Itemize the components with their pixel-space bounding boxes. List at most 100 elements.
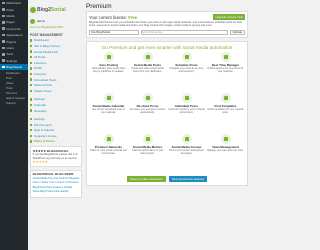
- nav-item-label: Autopost: [33, 71, 46, 76]
- feature-icon: [103, 51, 114, 62]
- appearance-icon: [2, 33, 5, 37]
- feature-card: Best Time Manager Publish posts at the be…: [207, 51, 244, 91]
- avatar: [30, 18, 35, 24]
- nav-item-label: Dashboard: [33, 38, 49, 43]
- go-premium-box: Go Premium and get even smarter with soc…: [86, 40, 248, 186]
- nav-item-label: Site & Blog Content: [33, 43, 61, 48]
- user-info: admin: [30, 18, 82, 24]
- feature-icon: [142, 92, 153, 103]
- b2s-nav-item[interactable]: Plans & Prices: [30, 139, 82, 145]
- pages-icon: [2, 21, 5, 24]
- b2s-logo[interactable]: Blog2Social: [30, 3, 82, 17]
- logo-text-b: Social: [50, 7, 66, 13]
- settings-icon: [2, 59, 5, 62]
- license-description: Blog2Social Premium lets you schedule an…: [89, 21, 242, 28]
- license-key-input[interactable]: Enter license key...: [140, 29, 229, 35]
- nav-item-label: Settings: [33, 117, 45, 122]
- nav-item-icon: [30, 72, 33, 76]
- feature-card: Schedule Posts Schedule your posts at any…: [168, 51, 205, 91]
- feature-icon: [220, 92, 231, 103]
- feature-description: Define templates for your network posts.: [207, 107, 244, 114]
- feature-card: Social Media Metrics Track the performanc…: [129, 133, 166, 173]
- nav-item-label: Upgrade License: [33, 133, 57, 138]
- wp-admin-menu: Dashboard Posts Media Pages Comments App…: [0, 0, 28, 250]
- nav-item-label: Favorites: [33, 60, 47, 65]
- feature-icon: [142, 133, 153, 144]
- nav-item-icon: [30, 129, 33, 132]
- feature-description: Create and share social media posts from…: [131, 66, 164, 73]
- feature-card: Premium Networks Share to more social net…: [90, 133, 127, 173]
- nav-item-label: Plans & Prices: [33, 139, 55, 144]
- feature-description: Schedule your posts at any time and freq…: [169, 66, 204, 73]
- get-pro-link[interactable]: Get Your Blog2Social PRO: [30, 25, 82, 30]
- nav-item-icon: [30, 89, 33, 92]
- nav-item-icon: [30, 103, 33, 107]
- users-icon: [2, 46, 5, 50]
- nav-item-label: PR-Outreach: [33, 122, 52, 127]
- feature-icon: [142, 51, 153, 62]
- nav-item-label: Scheduled Posts: [33, 77, 57, 82]
- blog-news-header: BLOG2SOCIAL BLOG NEWS: [32, 172, 74, 177]
- rate-text: If you like Blog2Social, please rate it …: [32, 153, 78, 160]
- plan-comparison-button[interactable]: Show my plan comparison: [127, 175, 166, 182]
- rate-stars[interactable]: ★★★★★: [33, 160, 80, 164]
- logo-text-a: Blog2: [37, 7, 51, 13]
- nav-item-label: Networks: [33, 108, 47, 113]
- license-value: Free: [128, 14, 138, 20]
- feature-icon: [181, 133, 192, 144]
- blog-news-link[interactable]: Share Blog Posts Automatically: [33, 190, 80, 193]
- nav-item-label: Calendar: [33, 102, 47, 107]
- nav-item-icon: [30, 44, 33, 48]
- feature-card: Individual Posts Customize posts for ever…: [168, 92, 205, 132]
- feature-description: Share to more social networks and commun…: [90, 148, 127, 155]
- blog-news-link[interactable]: Social Media Tips and Tools for Bloggers: [33, 177, 80, 180]
- feature-card: Social Media Posts Create and share socia…: [129, 51, 166, 91]
- nav-item-label: Shared Posts: [33, 83, 52, 88]
- blog2social-icon: [2, 65, 5, 69]
- nav-item-icon: [30, 109, 33, 112]
- nav-item-icon: [30, 50, 33, 53]
- nav-item-icon: [30, 83, 33, 87]
- nav-item-label: Social Media Post: [33, 49, 58, 54]
- feature-icon: [103, 133, 114, 144]
- feature-icon: [181, 51, 192, 62]
- license-label: Your current license:: [89, 14, 128, 20]
- posts-icon: [2, 8, 5, 11]
- nav-item-icon: [30, 98, 33, 101]
- nav-item-label: All Posts: [33, 55, 46, 60]
- nav-item-icon: [30, 134, 33, 138]
- b2s-logo-mark-icon: [30, 7, 36, 13]
- media-icon: [2, 14, 5, 18]
- feature-card: Social Media Calendar See all your schedu…: [90, 92, 127, 132]
- feature-description: Customize posts for every network and ac…: [168, 107, 205, 114]
- feature-card: Auto-Posting Automatically share posts wh…: [90, 51, 127, 91]
- feature-description: Automatically share posts when they're p…: [91, 66, 126, 73]
- plugins-icon: [2, 40, 5, 43]
- nav-item-label: Drafts: [33, 66, 42, 71]
- wp-submenu-item[interactable]: Support: [0, 100, 28, 105]
- nav-item-icon: [30, 67, 33, 70]
- blog-news-link[interactable]: Blog2Social New Features Update: [33, 186, 80, 189]
- feature-icon: [220, 51, 231, 62]
- page-title: Premium: [86, 3, 112, 10]
- user-name: admin: [37, 19, 46, 23]
- feature-card: Re-share Posts Re-share your evergreen co…: [129, 92, 166, 132]
- tools-icon: [2, 53, 5, 56]
- upgrade-license-button[interactable]: Upgrade License Now: [213, 14, 245, 20]
- nav-item-icon: [30, 61, 33, 64]
- nav-item-icon: [30, 140, 33, 143]
- license-box: Your current license: Free Upgrade Licen…: [86, 11, 248, 38]
- feature-description: Post to your social media groups and pag…: [169, 148, 204, 155]
- nav-item-icon: [30, 123, 33, 126]
- feature-icon: [103, 92, 114, 103]
- comments-icon: [2, 27, 5, 31]
- feature-description: Track the performance of your shared pos…: [131, 148, 164, 155]
- premium-features-button[interactable]: View all premium features: [168, 175, 207, 182]
- activate-button[interactable]: Activate: [229, 29, 245, 35]
- rate-box: ★★★★★ BLOG2SOCIAL If you like Blog2Socia…: [30, 146, 82, 167]
- nav-item-label: Settings: [33, 97, 45, 102]
- license-select[interactable]: Use Blog2Social: [89, 29, 139, 35]
- nav-item-icon: [30, 78, 33, 81]
- main-content: Premium Your current license: Free Upgra…: [86, 3, 248, 186]
- blog-news-link[interactable]: How to Share Your Content on Pinterest: [33, 181, 80, 184]
